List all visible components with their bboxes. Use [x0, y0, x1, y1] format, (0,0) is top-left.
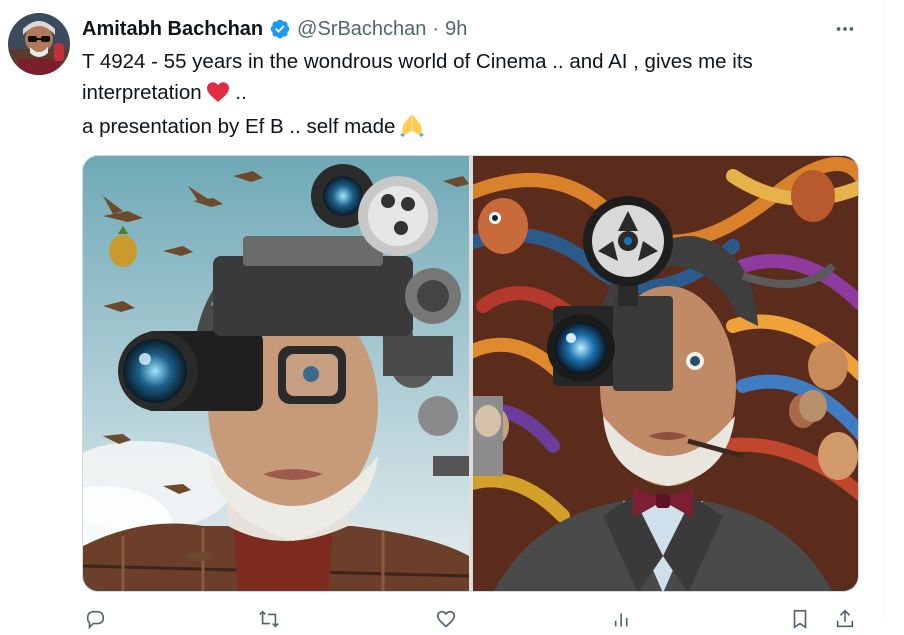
tweet-text: T 4924 - 55 years in the wondrous world …	[82, 47, 872, 147]
timestamp[interactable]: 9h	[445, 18, 467, 41]
bookmark-icon[interactable]	[789, 608, 811, 630]
retweet-icon[interactable]	[258, 608, 280, 630]
share-icon[interactable]	[834, 608, 856, 630]
media-image-right[interactable]	[473, 156, 858, 591]
tweet-text-line-3: a presentation by Ef B .. self made	[82, 112, 872, 147]
avatar[interactable]	[8, 13, 70, 75]
views-icon[interactable]	[612, 608, 634, 630]
tweet-action-bar	[82, 608, 872, 630]
folded-hands-emoji	[399, 113, 425, 147]
tweet-header: Amitabh Bachchan @SrBachchan · 9h	[82, 15, 467, 43]
verified-badge-icon[interactable]	[269, 18, 291, 40]
timeline-divider	[884, 0, 885, 619]
tweet-text-line-2-text: interpretation	[82, 80, 202, 104]
avatar-image	[8, 13, 70, 75]
reply-icon[interactable]	[84, 608, 106, 630]
author-name[interactable]: Amitabh Bachchan	[82, 18, 263, 41]
author-handle[interactable]: @SrBachchan	[297, 18, 426, 41]
red-heart-emoji	[206, 81, 230, 113]
tweet-text-line-2: interpretation ..	[82, 78, 872, 113]
tweet-text-line-2-suffix: ..	[229, 80, 247, 104]
like-icon[interactable]	[435, 608, 457, 630]
separator-dot: ·	[432, 17, 440, 40]
tweet-text-line-3-text: a presentation by Ef B .. self made	[82, 115, 396, 138]
more-options-icon[interactable]	[830, 15, 860, 43]
tweet-media-grid	[82, 155, 859, 592]
tweet-text-line-1: T 4924 - 55 years in the wondrous world …	[82, 50, 753, 73]
media-image-left[interactable]	[83, 156, 469, 591]
